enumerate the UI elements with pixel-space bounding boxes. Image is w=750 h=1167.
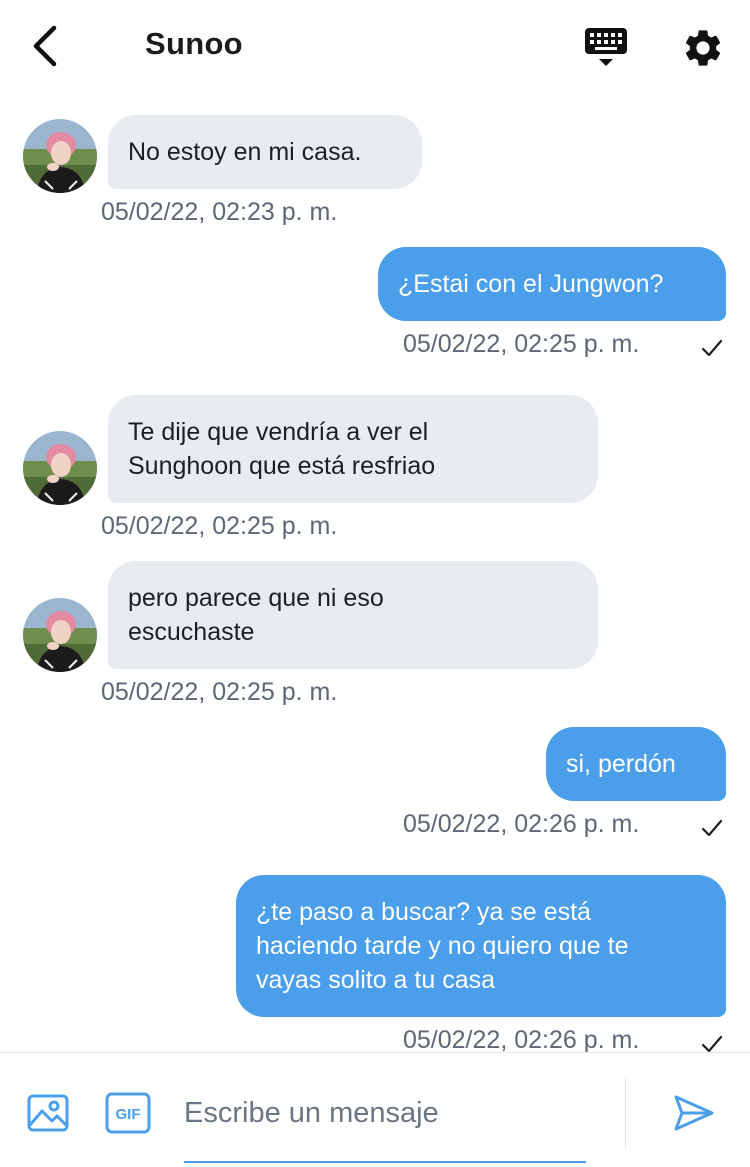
message-bubble-incoming[interactable]: Te dije que vendría a ver el Sunghoon qu… — [108, 395, 598, 503]
message-list[interactable]: No estoy en mi casa. 05/02/22, 02:23 p. … — [0, 92, 750, 1052]
conversation-header: Sunoo — [0, 0, 750, 92]
message-input-wrapper — [184, 1083, 586, 1163]
avatar-photo — [23, 598, 97, 672]
avatar-photo — [23, 119, 97, 193]
message-timestamp: 05/02/22, 02:25 p. m. — [101, 512, 338, 540]
conversation-title: Sunoo — [145, 26, 243, 61]
message-text: ¿Estai con el Jungwon? — [398, 270, 664, 298]
sent-check-icon — [701, 339, 723, 357]
message-timestamp: 05/02/22, 02:26 p. m. — [403, 810, 640, 838]
message-composer: GIF — [0, 1052, 750, 1167]
avatar[interactable] — [23, 431, 97, 505]
message-timestamp: 05/02/22, 02:25 p. m. — [403, 330, 640, 358]
sent-check-icon — [701, 819, 723, 837]
gear-icon[interactable] — [681, 26, 725, 70]
message-text-line: Te dije que vendría a ver el — [128, 418, 429, 446]
message-text-line: vayas solito a tu casa — [256, 966, 496, 994]
message-text-line: ¿te paso a buscar? ya se está — [256, 898, 591, 926]
message-timestamp: 05/02/22, 02:25 p. m. — [101, 678, 338, 706]
svg-text:GIF: GIF — [116, 1106, 141, 1123]
gif-icon[interactable]: GIF — [105, 1091, 151, 1135]
message-text-line: escuchaste — [128, 618, 255, 646]
message-text: si, perdón — [566, 750, 676, 778]
message-text-line: haciendo tarde y no quiero que te — [256, 932, 629, 960]
message-timestamp: 05/02/22, 02:26 p. m. — [403, 1026, 640, 1052]
sent-check-icon — [701, 1035, 723, 1052]
message-bubble-incoming[interactable]: No estoy en mi casa. — [108, 115, 422, 189]
chevron-left-icon[interactable] — [26, 24, 66, 68]
composer-divider — [625, 1077, 626, 1149]
message-text-line: pero parece que ni eso — [128, 584, 384, 612]
message-text-line: Sunghoon que está resfriao — [128, 452, 436, 480]
message-bubble-outgoing[interactable]: ¿te paso a buscar? ya se está haciendo t… — [236, 875, 726, 1017]
keyboard-shortcuts-icon[interactable] — [584, 26, 628, 70]
message-timestamp: 05/02/22, 02:23 p. m. — [101, 198, 338, 226]
message-input[interactable] — [184, 1083, 586, 1143]
send-icon[interactable] — [672, 1091, 716, 1135]
avatar[interactable] — [23, 598, 97, 672]
message-text: No estoy en mi casa. — [128, 138, 362, 166]
message-bubble-incoming[interactable]: pero parece que ni eso escuchaste — [108, 561, 598, 669]
avatar[interactable] — [23, 119, 97, 193]
avatar-photo — [23, 431, 97, 505]
image-icon[interactable] — [26, 1091, 70, 1135]
message-bubble-outgoing[interactable]: si, perdón — [546, 727, 726, 801]
message-bubble-outgoing[interactable]: ¿Estai con el Jungwon? — [378, 247, 726, 321]
